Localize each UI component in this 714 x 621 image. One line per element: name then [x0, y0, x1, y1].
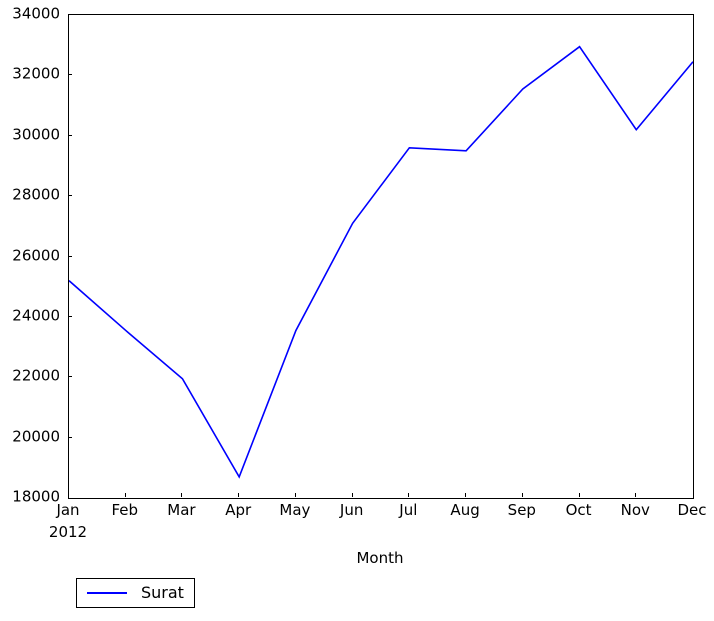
x-axis-tick-mark	[124, 493, 126, 497]
x-axis-tick-mark	[351, 493, 353, 497]
y-axis-tick-label: 18000	[12, 487, 60, 506]
x-axis-tick-label: Apr	[225, 501, 252, 519]
x-axis-tick-mark	[465, 493, 467, 497]
y-axis-tick-label: 20000	[12, 427, 60, 446]
x-axis-tick-label: Jul	[399, 501, 418, 519]
y-axis-tick-label: 32000	[12, 64, 60, 83]
x-axis-tick-label: Mar	[167, 501, 196, 519]
x-axis-tick-label: Dec	[677, 501, 707, 519]
x-axis-tick-label: Jan	[56, 501, 80, 519]
x-axis-tick-mark	[635, 493, 637, 497]
x-axis-year-label: 2012	[48, 523, 88, 541]
y-axis-tick-mark	[68, 195, 72, 197]
x-axis-tick-label: Oct	[565, 501, 592, 519]
chart-figure: 18000 20000 22000 24000 26000 28000 30000 32000…	[0, 0, 714, 621]
y-axis-tick-mark	[68, 436, 72, 438]
data-line-surat	[69, 45, 693, 479]
legend-label-surat: Surat	[141, 583, 184, 602]
plot-area	[68, 14, 694, 499]
y-axis-tick-mark	[68, 74, 72, 76]
x-axis-tick-mark	[238, 493, 240, 497]
y-axis-tick-mark	[68, 315, 72, 317]
line-series-svg	[69, 45, 693, 479]
y-axis-tick-label: 24000	[12, 306, 60, 325]
x-axis-tick-mark	[294, 493, 296, 497]
x-axis-tick-label: Sep	[507, 501, 536, 519]
y-axis-tick-mark	[68, 376, 72, 378]
legend-line-swatch	[87, 592, 127, 594]
x-axis-title: Month	[356, 549, 404, 567]
x-axis-tick-mark	[408, 493, 410, 497]
x-axis-tick-mark	[521, 493, 523, 497]
x-axis-tick-label: Jun	[339, 501, 364, 519]
x-axis-tick-mark	[578, 493, 580, 497]
x-axis-tick-label: Nov	[620, 501, 650, 519]
y-axis-tick-label: 22000	[12, 366, 60, 385]
y-axis-tick-mark	[68, 134, 72, 136]
x-axis-tick-label: Feb	[111, 501, 138, 519]
y-axis-tick-label: 26000	[12, 246, 60, 264]
x-axis-tick-label: Aug	[450, 501, 480, 519]
x-axis-tick-label: May	[279, 501, 311, 519]
y-axis-tick-label: 30000	[12, 125, 60, 144]
y-axis-tick-label: 28000	[12, 185, 60, 204]
y-axis-tick-label: 34000	[12, 4, 60, 23]
x-axis-tick-mark	[181, 493, 183, 497]
y-axis-tick-mark	[68, 255, 72, 257]
chart-legend: Surat	[76, 578, 195, 608]
